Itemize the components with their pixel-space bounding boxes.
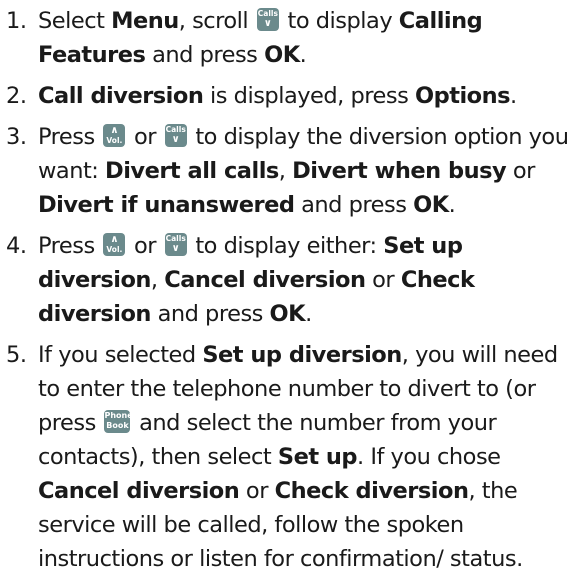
calls-down-key-icon: Calls ∨ [164,124,187,147]
step-number: 3. [6,124,27,150]
chevron-down-icon: ∨ [263,18,272,29]
call-diversion-label: Call diversion [38,83,204,109]
step-text: and press [145,42,265,68]
calls-down-key-icon: Calls ∨ [256,8,279,31]
step-4: 4. Press ∧ Vol. or Calls ∨ to display eithe… [0,229,583,331]
chevron-down-icon: ∨ [171,243,180,254]
vol-key-label: Vol. [106,136,123,145]
chevron-up-icon: ∧ [110,234,119,245]
step-text: or [506,158,536,184]
step-number: 1. [6,8,27,34]
step-text: , [150,267,165,293]
vol-up-key-icon: ∧ Vol. [103,124,126,147]
ok-label: OK [264,42,300,68]
step-text: and press [150,301,270,327]
step-number: 4. [6,233,27,259]
set-up-label: Set up [277,444,358,470]
phone-book-key-icon: Phone Book [104,410,133,433]
step-number: 5. [6,342,27,368]
step-1: 1. Select Menu, scroll Calls ∨ to display … [0,4,583,72]
options-label: Options [414,83,511,109]
vol-key-label: Vol. [106,245,123,254]
step-text: or [239,478,275,504]
chevron-up-icon: ∧ [110,125,119,136]
phone-key-label: Phone [104,411,133,420]
step-text: , [278,158,293,184]
divert-all-calls-label: Divert all calls [105,158,279,184]
ok-label: OK [269,301,306,327]
step-text: . If you chose [357,444,501,470]
step-text: , scroll [178,8,255,34]
step-3: 3. Press ∧ Vol. or Calls ∨ to display the d… [0,120,583,222]
step-text: or [127,124,163,150]
step-text: . [448,192,456,218]
step-text: is displayed, press [203,83,415,109]
ok-label: OK [413,192,449,218]
chevron-down-icon: ∨ [171,134,180,145]
set-up-diversion-label: Set up diversion [202,342,402,368]
step-text: to display either: [188,233,384,259]
step-text: . [510,83,517,109]
step-text: or [127,233,163,259]
divert-when-busy-label: Divert when busy [292,158,507,184]
book-key-label: Book [106,421,129,430]
step-text: to display [280,8,399,34]
calls-down-key-icon: Calls ∨ [164,233,187,256]
instruction-list: 1. Select Menu, scroll Calls ∨ to display … [0,0,583,579]
check-diversion-label: Check diversion [274,478,469,504]
vol-up-key-icon: ∧ Vol. [103,233,126,256]
step-number: 2. [6,83,27,109]
step-text: . [299,42,307,68]
step-5: 5. If you selected Set up diversion, you … [0,338,583,576]
step-text: or [365,267,401,293]
step-text: If you selected [38,342,203,368]
divert-if-unanswered-label: Divert if unanswered [38,192,295,218]
calls-key-label: Calls [257,9,278,18]
step-text: Press [38,124,102,150]
step-text: and press [294,192,414,218]
cancel-diversion-label: Cancel diversion [164,267,366,293]
step-text: . [305,301,312,327]
menu-label: Menu [111,8,179,34]
step-2: 2. Call diversion is displayed, press Opt… [0,79,583,113]
calls-key-label: Calls [165,125,186,134]
cancel-diversion-label: Cancel diversion [38,478,240,504]
calls-key-label: Calls [165,234,186,243]
step-text: Press [38,233,102,259]
step-text: Select [38,8,112,34]
